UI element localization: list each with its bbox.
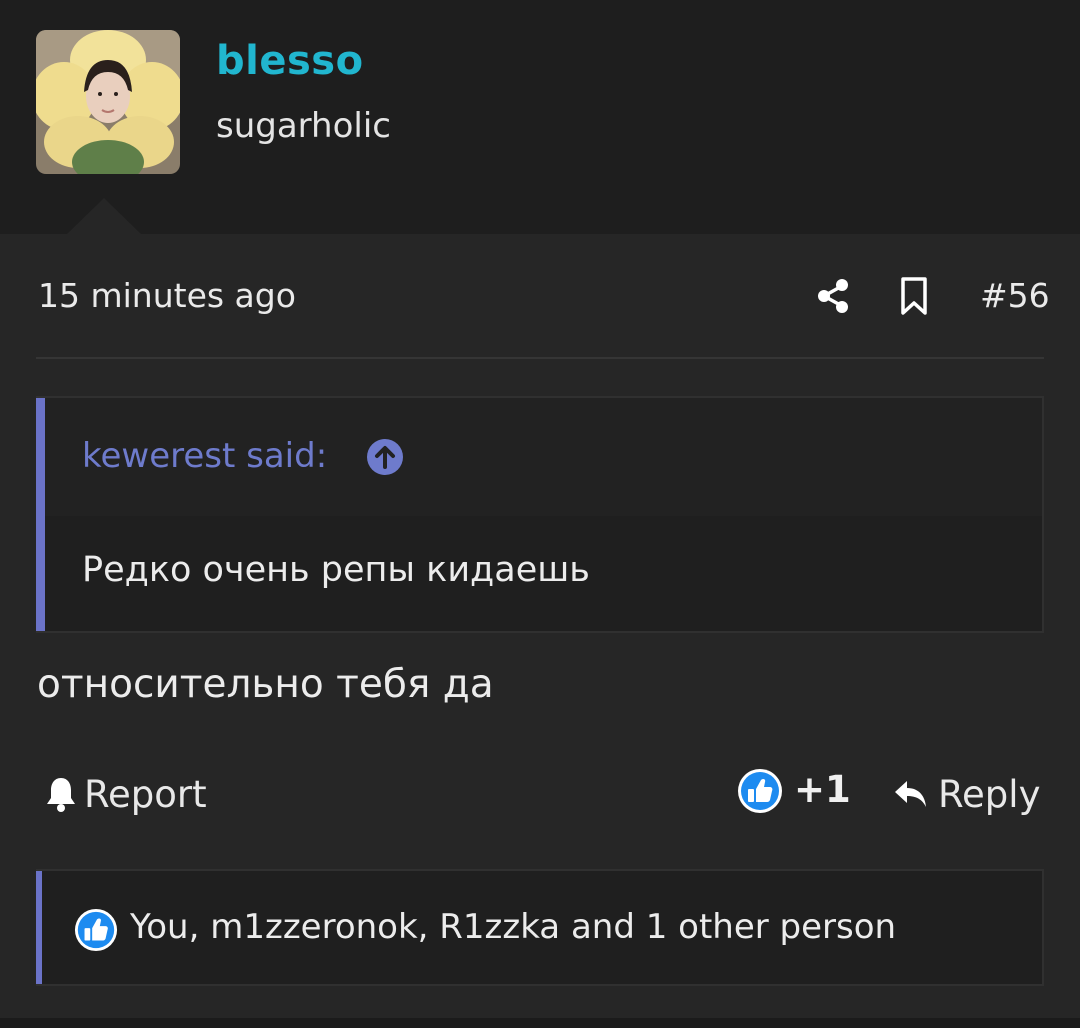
- avatar[interactable]: [36, 30, 180, 174]
- bookmark-icon[interactable]: [898, 276, 930, 316]
- user-title: sugarholic: [216, 106, 391, 146]
- quote-accent-bar: [36, 398, 45, 631]
- quote-block: kewerest said: Редко очень репы кидаешь: [36, 396, 1044, 633]
- thumbs-up-icon: [74, 908, 118, 952]
- post-timestamp[interactable]: 15 minutes ago: [38, 276, 296, 315]
- reply-arrow-icon: [895, 781, 926, 807]
- header-pointer: [66, 198, 142, 235]
- reactions-accent-bar: [36, 871, 42, 984]
- quote-attribution-link[interactable]: kewerest said:: [82, 436, 327, 476]
- bell-icon: [47, 778, 75, 812]
- bottom-divider: [0, 1018, 1080, 1028]
- reply-label: Reply: [938, 772, 1041, 816]
- arrow-up-circle-icon[interactable]: [366, 438, 404, 476]
- thumbs-up-icon[interactable]: [737, 768, 783, 814]
- post-number-link[interactable]: #56: [980, 276, 1050, 315]
- post-container: 15 minutes ago #56 kewerest said: Редко …: [0, 234, 1080, 1028]
- reactions-summary[interactable]: You, m1zzeronok, R1zzka and 1 other pers…: [130, 907, 896, 947]
- report-button[interactable]: Report: [44, 770, 207, 818]
- username-link[interactable]: blesso: [216, 38, 364, 84]
- reactions-bar[interactable]: You, m1zzeronok, R1zzka and 1 other pers…: [36, 869, 1044, 986]
- share-icon[interactable]: [815, 278, 851, 314]
- like-count[interactable]: +1: [794, 768, 851, 811]
- post-body: относительно тебя да: [37, 662, 494, 707]
- reply-button[interactable]: Reply: [892, 770, 1040, 818]
- quote-header: kewerest said:: [45, 398, 1042, 516]
- report-label: Report: [84, 772, 207, 816]
- meta-divider: [36, 357, 1044, 359]
- user-header: blesso sugarholic: [0, 0, 1080, 235]
- quote-content: Редко очень репы кидаешь: [82, 550, 590, 590]
